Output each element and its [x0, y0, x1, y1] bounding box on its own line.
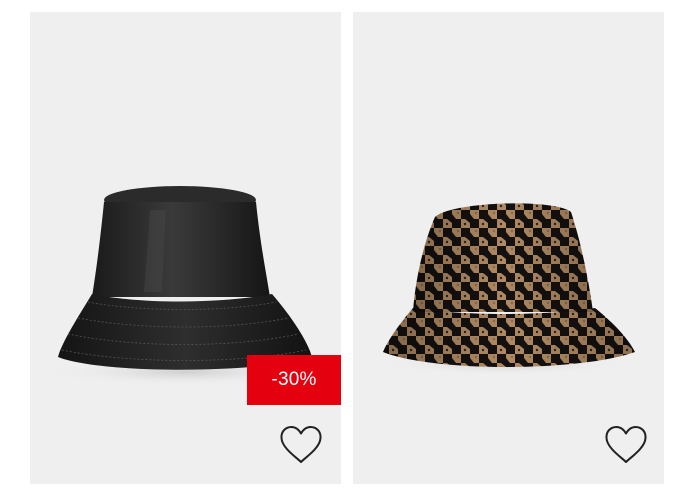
product-image-houndstooth-bucket-hat[interactable]: [353, 12, 664, 484]
product-card[interactable]: [353, 12, 664, 484]
heart-outline-icon: [605, 426, 647, 463]
product-card[interactable]: -30%: [30, 12, 341, 484]
product-grid: -30%: [0, 0, 694, 490]
sale-badge: -30%: [247, 355, 341, 405]
favorite-button[interactable]: [278, 424, 324, 466]
heart-outline-icon: [280, 426, 322, 463]
product-image-black-bucket-hat[interactable]: [30, 12, 341, 484]
favorite-button[interactable]: [603, 424, 649, 466]
